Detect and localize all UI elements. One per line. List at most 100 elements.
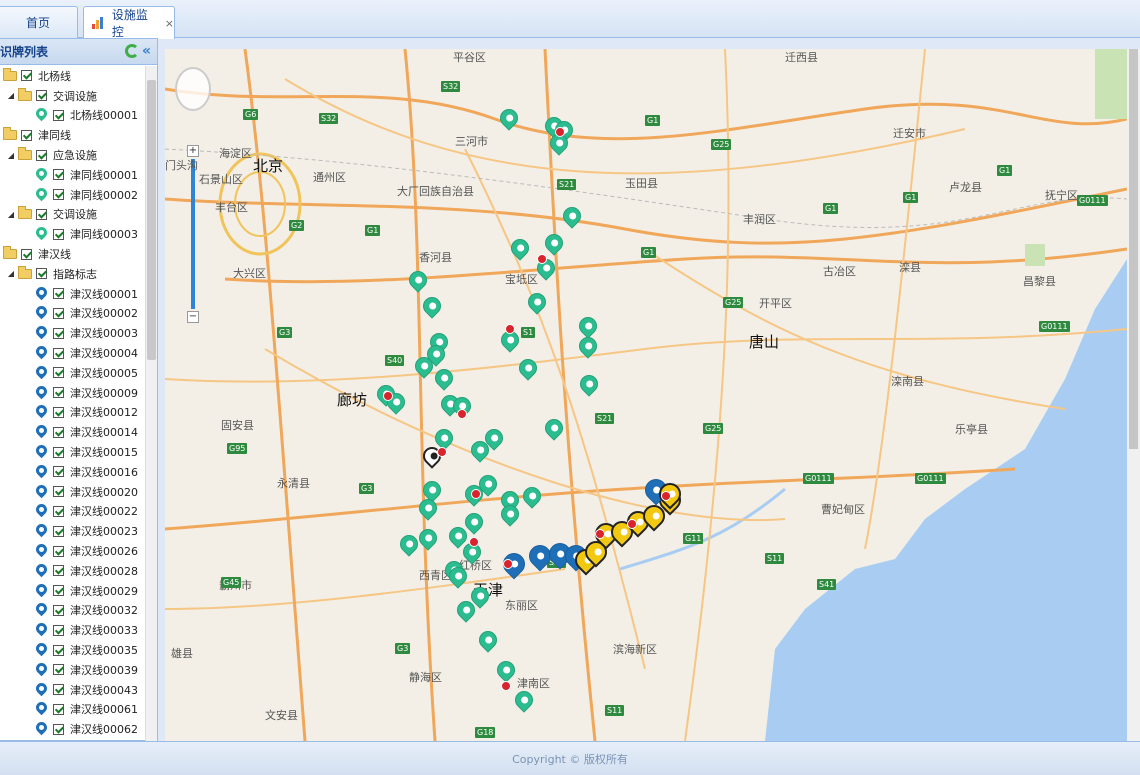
map-scroll-thumb[interactable] — [1129, 49, 1138, 449]
tree-checkbox[interactable] — [53, 446, 64, 458]
tree-checkbox[interactable] — [36, 268, 47, 280]
marker-center — [423, 533, 434, 543]
tree-leaf[interactable]: 津汉线00002 — [0, 304, 144, 324]
tree-leaf[interactable]: 津汉线00035 — [0, 640, 144, 660]
tree-folder[interactable]: ◢ 交调设施 — [0, 86, 144, 106]
tree-leaf[interactable]: 北杨线00001 — [0, 106, 144, 126]
tree-folder[interactable]: ◢ 指路标志 — [0, 264, 144, 284]
expand-icon[interactable]: ◢ — [6, 91, 16, 100]
tree-leaf[interactable]: 津汉线00026 — [0, 541, 144, 561]
road-shield: S41 — [817, 579, 837, 590]
expand-icon[interactable]: ◢ — [6, 269, 16, 278]
tree-checkbox[interactable] — [53, 585, 64, 597]
tree-checkbox[interactable] — [53, 189, 64, 201]
tree-checkbox[interactable] — [53, 505, 64, 517]
sidebar-scrollbar[interactable] — [145, 66, 157, 742]
tree-leaf[interactable]: 津同线00003 — [0, 224, 144, 244]
tree-leaf[interactable]: 津汉线00028 — [0, 561, 144, 581]
tree-item-label: 津汉线00002 — [70, 307, 138, 321]
folder-icon — [18, 147, 32, 161]
tree-folder[interactable]: 津同线 — [0, 125, 144, 145]
tree-checkbox[interactable] — [53, 288, 64, 300]
tree-leaf[interactable]: 津汉线00016 — [0, 462, 144, 482]
tree-checkbox[interactable] — [53, 169, 64, 181]
road-shield: G0111 — [1039, 321, 1070, 332]
tree-checkbox[interactable] — [53, 466, 64, 478]
tree-leaf[interactable]: 津汉线00032 — [0, 601, 144, 621]
tree-checkbox[interactable] — [21, 129, 32, 141]
close-icon[interactable]: × — [165, 17, 174, 30]
tree-leaf[interactable]: 津汉线00020 — [0, 482, 144, 502]
tree-checkbox[interactable] — [53, 723, 64, 735]
zoom-slider[interactable] — [191, 159, 195, 309]
tree-leaf[interactable]: 津汉线00022 — [0, 502, 144, 522]
place-label: 乐亭县 — [955, 423, 988, 436]
tree-leaf[interactable]: 津汉线00001 — [0, 284, 144, 304]
tree-checkbox[interactable] — [53, 228, 64, 240]
expand-icon[interactable]: ◢ — [6, 210, 16, 219]
tree-leaf[interactable]: 津汉线00004 — [0, 343, 144, 363]
tree-folder[interactable]: 津汉线 — [0, 244, 144, 264]
tree-item-label: 津同线00002 — [70, 188, 138, 202]
tree-leaf[interactable]: 津同线00001 — [0, 165, 144, 185]
tree-checkbox[interactable] — [21, 248, 32, 260]
tree-leaf[interactable]: 津汉线00033 — [0, 620, 144, 640]
tree-leaf[interactable]: 津汉线00003 — [0, 323, 144, 343]
place-label: 卢龙县 — [949, 181, 982, 194]
tree-checkbox[interactable] — [53, 347, 64, 359]
tree-checkbox[interactable] — [36, 90, 47, 102]
tree-leaf[interactable]: 津汉线00039 — [0, 660, 144, 680]
tree-leaf[interactable]: 津汉线00043 — [0, 680, 144, 700]
tree-checkbox[interactable] — [53, 525, 64, 537]
tree-leaf[interactable]: 津汉线00015 — [0, 442, 144, 462]
tree-leaf[interactable]: 津汉线00012 — [0, 403, 144, 423]
tree-folder[interactable]: ◢ 应急设施 — [0, 145, 144, 165]
tree-checkbox[interactable] — [36, 149, 47, 161]
map-view[interactable]: + − 北京 天津 廊坊 唐山 平谷区 迁西县 迁安市 海淀区 通州区 三河市 … — [165, 49, 1127, 741]
bar-chart-icon — [92, 17, 104, 29]
tree-leaf[interactable]: 津汉线00014 — [0, 422, 144, 442]
map-scrollbar[interactable] — [1127, 49, 1140, 741]
tree-checkbox[interactable] — [53, 426, 64, 438]
tree-item-label: 津汉线00029 — [70, 584, 138, 598]
tree-checkbox[interactable] — [53, 684, 64, 696]
tree-leaf[interactable]: 津汉线00009 — [0, 383, 144, 403]
expand-icon[interactable]: ◢ — [6, 151, 16, 160]
tree-checkbox[interactable] — [53, 604, 64, 616]
sidebar-scroll-thumb[interactable] — [147, 80, 156, 360]
tree-leaf[interactable]: 津汉线00029 — [0, 581, 144, 601]
zoom-in-button[interactable]: + — [187, 145, 199, 157]
tree-checkbox[interactable] — [53, 307, 64, 319]
tree-leaf[interactable]: 津同线00002 — [0, 185, 144, 205]
tree-leaf[interactable]: 津汉线00005 — [0, 363, 144, 383]
tree-checkbox[interactable] — [53, 387, 64, 399]
refresh-icon[interactable] — [124, 44, 139, 58]
map-pin-icon — [36, 485, 47, 499]
tree-checkbox[interactable] — [53, 327, 64, 339]
tab-home[interactable]: 首页 — [0, 6, 78, 38]
alert-icon — [537, 254, 547, 264]
tree-leaf[interactable]: 津汉线00062 — [0, 719, 144, 739]
tree-checkbox[interactable] — [53, 644, 64, 656]
collapse-icon[interactable]: « — [142, 44, 151, 58]
tree-checkbox[interactable] — [53, 565, 64, 577]
marker-center — [651, 511, 662, 521]
tree-checkbox[interactable] — [53, 486, 64, 498]
tree-checkbox[interactable] — [53, 703, 64, 715]
tree-item-label: 北杨线00001 — [70, 109, 138, 123]
tree-checkbox[interactable] — [53, 545, 64, 557]
tree-checkbox[interactable] — [36, 208, 47, 220]
pan-control[interactable] — [175, 67, 211, 111]
zoom-out-button[interactable]: − — [187, 311, 199, 323]
tree-folder[interactable]: 北杨线 — [0, 66, 144, 86]
tree-checkbox[interactable] — [53, 624, 64, 636]
tree-checkbox[interactable] — [53, 406, 64, 418]
tab-facility-monitor[interactable]: 设施监控 × — [83, 6, 175, 39]
tree-checkbox[interactable] — [53, 109, 64, 121]
tree-folder[interactable]: ◢ 交调设施 — [0, 205, 144, 225]
tree-checkbox[interactable] — [53, 664, 64, 676]
tree-checkbox[interactable] — [21, 70, 32, 82]
tree-leaf[interactable]: 津汉线00023 — [0, 521, 144, 541]
tree-checkbox[interactable] — [53, 367, 64, 379]
tree-leaf[interactable]: 津汉线00061 — [0, 700, 144, 720]
